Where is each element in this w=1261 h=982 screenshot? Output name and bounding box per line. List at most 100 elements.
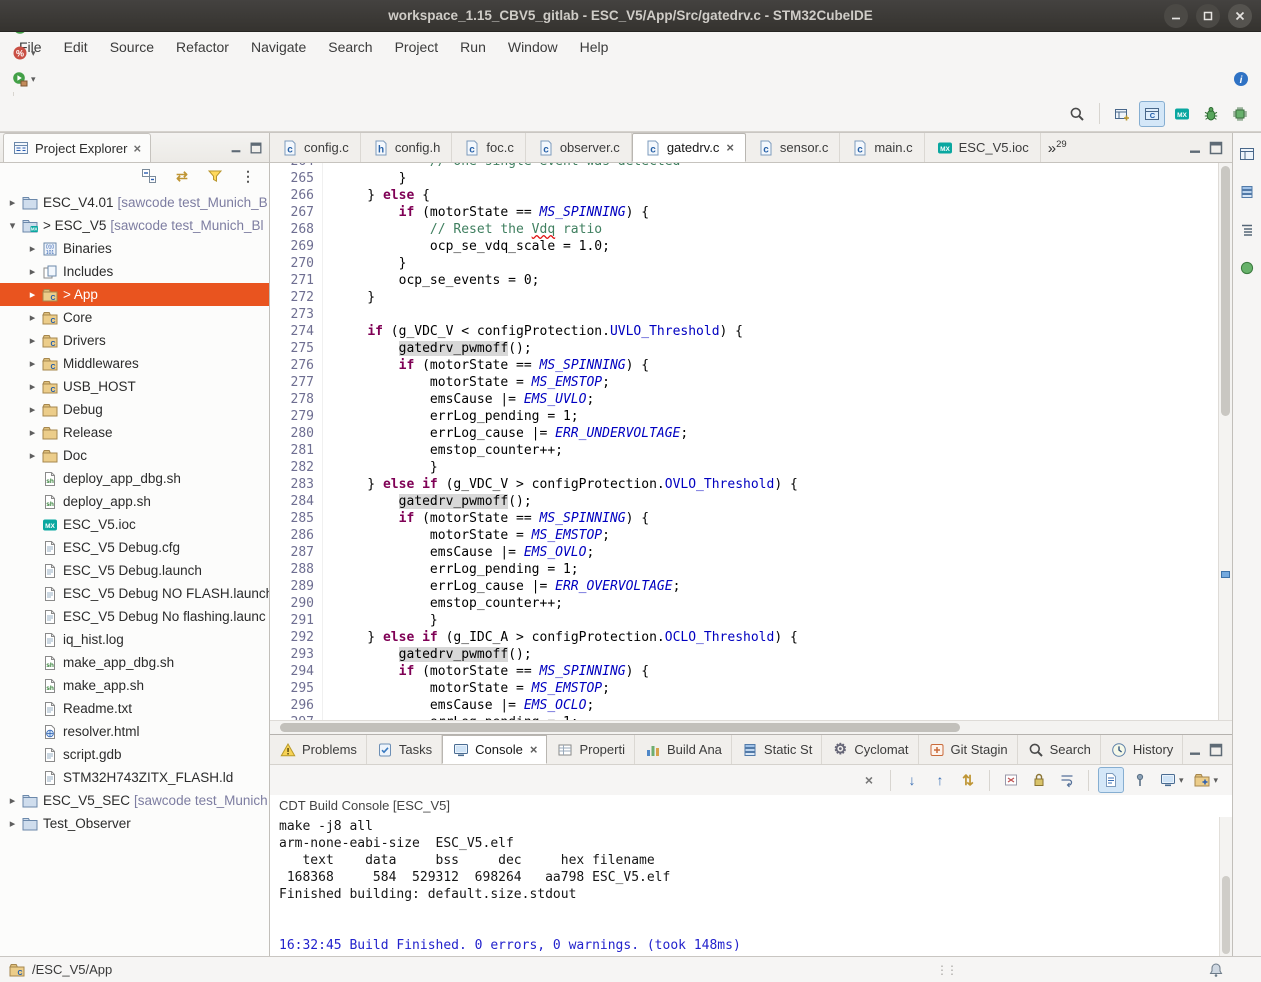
titlebar[interactable]: workspace_1.15_CBV5_gitlab - ESC_V5/App/… (0, 0, 1261, 32)
maximize-view-icon[interactable] (1207, 139, 1225, 157)
close-icon[interactable]: × (530, 742, 538, 757)
tree-item[interactable]: ▸CDrivers (0, 329, 269, 352)
tree-item[interactable]: ESC_V5 Debug.launch (0, 559, 269, 582)
scroll-lock-button[interactable] (1027, 767, 1051, 793)
tree-item[interactable]: Readme.txt (0, 697, 269, 720)
minimized-view-live-expressions-button[interactable] (1235, 255, 1259, 281)
chevron-right-icon[interactable]: ▸ (24, 357, 41, 370)
chevron-right-icon[interactable]: ▸ (24, 426, 41, 439)
tree-item[interactable]: ▸Release (0, 421, 269, 444)
view-menu-button[interactable]: ⋮ (236, 163, 260, 189)
tree-item[interactable]: shdeploy_app_dbg.sh (0, 467, 269, 490)
minimized-view-outline-button[interactable] (1235, 217, 1259, 243)
chevron-right-icon[interactable]: ▸ (24, 334, 41, 347)
device-configuration-button[interactable] (1228, 101, 1252, 127)
tree-item[interactable]: MXESC_V5.ioc (0, 513, 269, 536)
tree-item[interactable]: ▸Includes (0, 260, 269, 283)
tree-item[interactable]: shmake_app_dbg.sh (0, 651, 269, 674)
next-error-button[interactable]: ↓ (900, 767, 924, 793)
horizontal-scrollbar-thumb[interactable] (280, 723, 960, 732)
menu-edit[interactable]: Edit (53, 35, 99, 59)
console-vertical-scrollbar[interactable] (1219, 817, 1232, 957)
console-tab-search[interactable]: Search (1018, 735, 1101, 764)
tree-item[interactable]: ▸ESC_V4.01[sawcode test_Munich_B (0, 191, 269, 214)
chevron-right-icon[interactable]: ▸ (24, 403, 41, 416)
minimize-view-icon[interactable] (227, 139, 245, 157)
previous-error-button[interactable]: ↑ (928, 767, 952, 793)
menu-navigate[interactable]: Navigate (240, 35, 317, 59)
console-tab-properti[interactable]: Properti (547, 735, 635, 764)
display-selected-console-button[interactable]: ▾ (1156, 767, 1187, 793)
tree-item[interactable]: ▸010101Binaries (0, 237, 269, 260)
tree-item[interactable]: shdeploy_app.sh (0, 490, 269, 513)
editor-tab-foc-c[interactable]: cfoc.c (452, 133, 525, 162)
console-tab-build-ana[interactable]: Build Ana (635, 735, 732, 764)
tree-item[interactable]: resolver.html (0, 720, 269, 743)
chevron-right-icon[interactable]: ▸ (4, 196, 21, 209)
tree-item[interactable]: ESC_V5 Debug No flashing.launc (0, 605, 269, 628)
editor-tab-config-c[interactable]: cconfig.c (270, 133, 361, 162)
tree-item[interactable]: ESC_V5 Debug NO FLASH.launch (0, 582, 269, 605)
maximize-button[interactable] (1196, 4, 1220, 28)
editor-tab-sensor-c[interactable]: csensor.c (746, 133, 840, 162)
display-selected-console-dropdown-icon[interactable]: ▾ (1179, 775, 1184, 786)
cubemx-perspective-button[interactable]: MX (1170, 101, 1194, 127)
maximize-view-icon[interactable] (1207, 741, 1225, 759)
code-editor[interactable]: 2642652662672682692702712722732742752762… (270, 163, 1232, 720)
word-wrap-button[interactable] (1055, 767, 1079, 793)
editor-horizontal-scrollbar[interactable] (270, 720, 1232, 734)
close-icon[interactable]: × (726, 140, 734, 155)
console-tab-problems[interactable]: Problems (270, 735, 367, 764)
editor-tab-main-c[interactable]: cmain.c (840, 133, 924, 162)
link-with-editor-button[interactable]: ⇄ (170, 163, 194, 189)
chevron-down-icon[interactable]: ▾ (4, 219, 21, 232)
menu-refactor[interactable]: Refactor (165, 35, 240, 59)
tree-item[interactable]: ▸Debug (0, 398, 269, 421)
console-tab-static-st[interactable]: Static St (732, 735, 822, 764)
console-tab-git-stagin[interactable]: Git Stagin (919, 735, 1018, 764)
vertical-scrollbar-thumb[interactable] (1221, 166, 1230, 416)
chevron-right-icon[interactable]: ▸ (24, 449, 41, 462)
tree-item[interactable]: ▸CCore (0, 306, 269, 329)
show-console-on-stdout-button[interactable] (1098, 767, 1124, 793)
tree-item[interactable]: ▸ESC_V5_SEC[sawcode test_Munich (0, 789, 269, 812)
tree-item[interactable]: ▸C> App (0, 283, 269, 306)
chevron-right-icon[interactable]: ▸ (24, 311, 41, 324)
chevron-right-icon[interactable]: ▸ (24, 265, 41, 278)
editor-tab-config-h[interactable]: hconfig.h (361, 133, 453, 162)
tree-item[interactable]: shmake_app.sh (0, 674, 269, 697)
tree-item[interactable]: ▸CMiddlewares (0, 352, 269, 375)
tab-project-explorer[interactable]: Project Explorer × (3, 133, 151, 162)
minimized-view-documents-button[interactable] (1235, 179, 1259, 205)
editor-tab-gatedrv-c[interactable]: cgatedrv.c× (632, 133, 746, 162)
console-scrollbar-thumb[interactable] (1222, 876, 1230, 954)
console-tab-tasks[interactable]: Tasks (367, 735, 442, 764)
tree-item[interactable]: ▸Doc (0, 444, 269, 467)
information-center-button[interactable]: i (1229, 66, 1253, 92)
minimized-view-build-targets-button[interactable] (1235, 141, 1259, 167)
tree-item[interactable]: STM32H743ZITX_FLASH.ld (0, 766, 269, 789)
console-tab-cyclomat[interactable]: ⚙Cyclomat (822, 735, 918, 764)
maximize-view-icon[interactable] (247, 139, 265, 157)
show-error-in-editor-button[interactable]: ⇅ (956, 767, 980, 793)
debug-perspective-button[interactable] (1199, 101, 1223, 127)
external-tools-dropdown-icon[interactable]: ▾ (31, 74, 36, 85)
tree-item[interactable]: ▸Test_Observer (0, 812, 269, 835)
editor-tab-overflow[interactable]: 29 (1048, 139, 1067, 157)
external-tools-button[interactable]: ▾ (8, 66, 39, 92)
chevron-right-icon[interactable]: ▸ (4, 817, 21, 830)
tree-item[interactable]: ▸CUSB_HOST (0, 375, 269, 398)
chevron-right-icon[interactable]: ▸ (24, 288, 41, 301)
open-console-dropdown-icon[interactable]: ▾ (1213, 775, 1218, 786)
close-console-button[interactable]: × (857, 767, 881, 793)
tree-item[interactable]: ▾MX> ESC_V5[sawcode test_Munich_Bl (0, 214, 269, 237)
profile-dropdown-icon[interactable]: ▾ (31, 48, 36, 59)
minimize-view-icon[interactable] (1186, 741, 1204, 759)
chevron-right-icon[interactable]: ▸ (24, 242, 41, 255)
menu-help[interactable]: Help (569, 35, 620, 59)
notifications-icon[interactable] (1207, 961, 1225, 979)
menu-run[interactable]: Run (449, 35, 497, 59)
console-output[interactable]: make -j8 allarm-none-eabi-size ESC_V5.el… (270, 817, 1232, 957)
code-content[interactable]: // one single event was detected } } els… (336, 163, 1218, 720)
filter-button[interactable] (203, 163, 227, 189)
